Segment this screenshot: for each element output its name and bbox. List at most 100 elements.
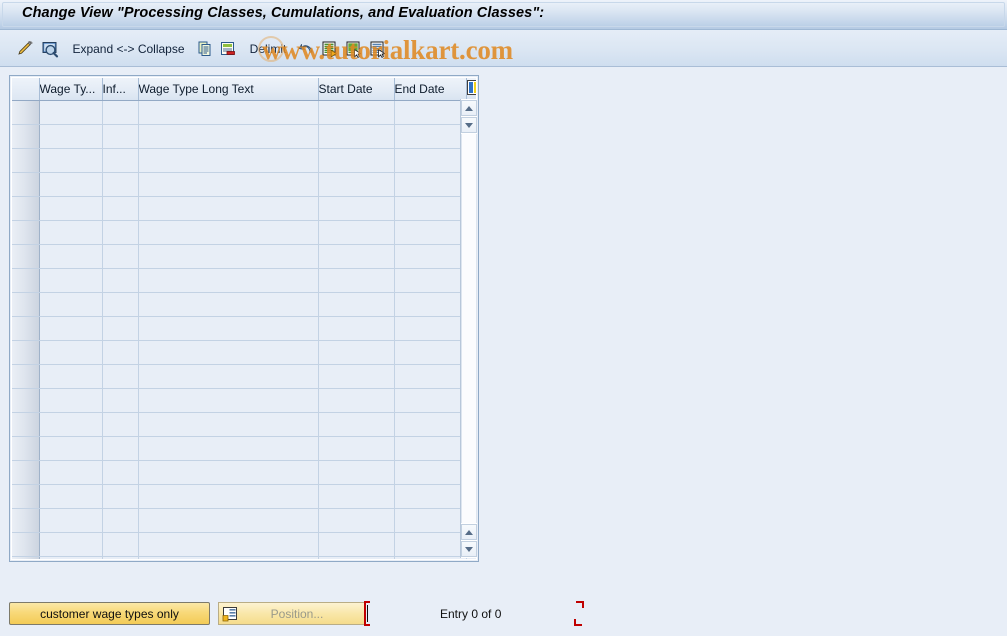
row-selector-cell[interactable] (12, 244, 40, 269)
cell-start_date[interactable] (318, 340, 395, 365)
table-row[interactable] (12, 340, 476, 365)
cell-start_date[interactable] (318, 220, 395, 245)
cell-end_date[interactable] (394, 292, 467, 317)
cell-infotype[interactable] (102, 340, 139, 365)
row-selector-cell[interactable] (12, 412, 40, 437)
cell-start_date[interactable] (318, 436, 395, 461)
cell-start_date[interactable] (318, 268, 395, 293)
select-block-icon[interactable] (367, 30, 389, 67)
column-header-infotype[interactable]: Inf... (102, 78, 139, 101)
cell-end_date[interactable] (394, 388, 467, 413)
table-row[interactable] (12, 316, 476, 341)
cell-long_text[interactable] (138, 364, 319, 389)
cell-long_text[interactable] (138, 508, 319, 533)
row-selector-cell[interactable] (12, 172, 40, 197)
cell-wage_type[interactable] (39, 244, 103, 269)
cell-infotype[interactable] (102, 412, 139, 437)
table-row[interactable] (12, 268, 476, 293)
cell-end_date[interactable] (394, 316, 467, 341)
cell-infotype[interactable] (102, 460, 139, 485)
cell-end_date[interactable] (394, 172, 467, 197)
cell-long_text[interactable] (138, 148, 319, 173)
cell-long_text[interactable] (138, 172, 319, 197)
row-selector-cell[interactable] (12, 532, 40, 557)
cell-end_date[interactable] (394, 460, 467, 485)
cell-start_date[interactable] (318, 196, 395, 221)
cell-infotype[interactable] (102, 388, 139, 413)
table-row[interactable] (12, 364, 476, 389)
row-selector-cell[interactable] (12, 100, 40, 125)
cell-infotype[interactable] (102, 196, 139, 221)
row-selector-cell[interactable] (12, 460, 40, 485)
cell-long_text[interactable] (138, 100, 319, 125)
cell-start_date[interactable] (318, 292, 395, 317)
table-row[interactable] (12, 148, 476, 173)
table-row[interactable] (12, 436, 476, 461)
cell-end_date[interactable] (394, 124, 467, 149)
cell-end_date[interactable] (394, 220, 467, 245)
column-header-start-date[interactable]: Start Date (318, 78, 395, 101)
table-row[interactable] (12, 244, 476, 269)
select-all-icon[interactable] (319, 30, 341, 67)
cell-start_date[interactable] (318, 460, 395, 485)
cell-end_date[interactable] (394, 364, 467, 389)
copy-as-icon[interactable] (194, 30, 216, 67)
customer-wage-types-only-button[interactable]: customer wage types only (9, 602, 210, 625)
row-selector-cell[interactable] (12, 316, 40, 341)
cell-infotype[interactable] (102, 484, 139, 509)
change-display-icon[interactable] (13, 30, 37, 67)
column-header-long-text[interactable]: Wage Type Long Text (138, 78, 319, 101)
cell-end_date[interactable] (394, 100, 467, 125)
cell-end_date[interactable] (394, 412, 467, 437)
cell-end_date[interactable] (394, 532, 467, 557)
cell-infotype[interactable] (102, 172, 139, 197)
cell-long_text[interactable] (138, 388, 319, 413)
scroll-page-up-button[interactable] (461, 117, 477, 133)
cell-long_text[interactable] (138, 124, 319, 149)
table-row[interactable] (12, 196, 476, 221)
row-selector-cell[interactable] (12, 508, 40, 533)
cell-end_date[interactable] (394, 148, 467, 173)
cell-wage_type[interactable] (39, 340, 103, 365)
cell-wage_type[interactable] (39, 148, 103, 173)
table-row[interactable] (12, 220, 476, 245)
cell-long_text[interactable] (138, 268, 319, 293)
column-header-wage-type[interactable]: Wage Ty... (39, 78, 103, 101)
column-header-end-date[interactable]: End Date (394, 78, 467, 101)
cell-infotype[interactable] (102, 316, 139, 341)
deselect-all-icon[interactable] (343, 30, 365, 67)
cell-long_text[interactable] (138, 460, 319, 485)
cell-long_text[interactable] (138, 244, 319, 269)
cell-long_text[interactable] (138, 196, 319, 221)
cell-long_text[interactable] (138, 532, 319, 557)
cell-long_text[interactable] (138, 220, 319, 245)
table-row[interactable] (12, 292, 476, 317)
cell-wage_type[interactable] (39, 316, 103, 341)
expand-collapse-button[interactable]: Expand <-> Collapse (66, 30, 191, 67)
row-selector-cell[interactable] (12, 220, 40, 245)
cell-wage_type[interactable] (39, 508, 103, 533)
cell-infotype[interactable] (102, 148, 139, 173)
cell-end_date[interactable] (394, 484, 467, 509)
table-row[interactable] (12, 508, 476, 533)
row-selector-cell[interactable] (12, 484, 40, 509)
column-settings-button[interactable] (466, 78, 476, 101)
undo-icon[interactable] (296, 30, 318, 67)
cell-wage_type[interactable] (39, 172, 103, 197)
cell-infotype[interactable] (102, 364, 139, 389)
table-row[interactable] (12, 556, 476, 559)
cell-wage_type[interactable] (39, 532, 103, 557)
cell-infotype[interactable] (102, 532, 139, 557)
cell-wage_type[interactable] (39, 556, 103, 559)
table-row[interactable] (12, 172, 476, 197)
cell-infotype[interactable] (102, 244, 139, 269)
cell-infotype[interactable] (102, 100, 139, 125)
cell-start_date[interactable] (318, 364, 395, 389)
cell-long_text[interactable] (138, 412, 319, 437)
table-row[interactable] (12, 532, 476, 557)
table-row[interactable] (12, 124, 476, 149)
cell-infotype[interactable] (102, 556, 139, 559)
row-selector-cell[interactable] (12, 148, 40, 173)
row-selector-cell[interactable] (12, 436, 40, 461)
row-selector-cell[interactable] (12, 364, 40, 389)
